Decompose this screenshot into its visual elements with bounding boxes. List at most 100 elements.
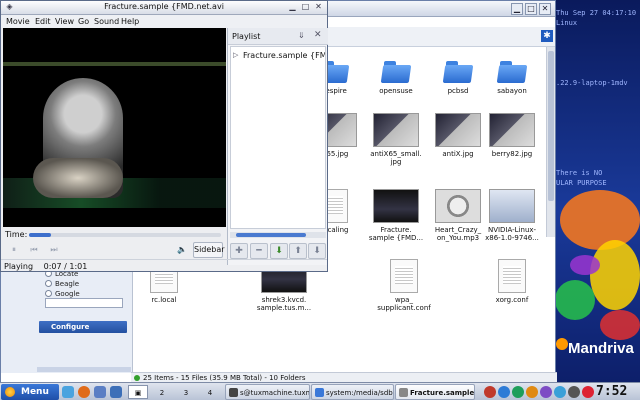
menu-go[interactable]: Go	[78, 17, 89, 26]
chevron-down-icon[interactable]: ⇓	[298, 31, 305, 40]
menu-view[interactable]: View	[55, 17, 74, 26]
desktop-4-button[interactable]: 4	[200, 385, 220, 399]
minimize-icon[interactable]: ▁	[511, 3, 523, 15]
file-item[interactable]: berry82.jpg	[479, 113, 545, 158]
image-icon	[373, 113, 419, 147]
package-icon	[489, 189, 535, 223]
next-icon[interactable]: ⏭	[47, 244, 61, 256]
file-item[interactable]: sabayon	[479, 61, 545, 95]
vertical-scrollbar[interactable]	[546, 47, 555, 237]
configure-button[interactable]: Configure	[39, 321, 127, 333]
playlist-scrollbar[interactable]	[230, 232, 326, 238]
task-file-manager[interactable]: system:/media/sdb1	[311, 384, 394, 400]
search-input[interactable]	[45, 298, 123, 308]
file-label: wpa_ supplicant.conf	[377, 296, 431, 312]
playlist-item[interactable]: Fracture.sample {FMD.net.avi	[243, 51, 325, 60]
desktop-info-text: Thu Sep 27 04:17:10 Linux .22.9-laptop-1…	[556, 9, 637, 187]
task-media-player[interactable]: Fracture.sample	[395, 384, 475, 400]
save-icon[interactable]: ⬇	[270, 243, 288, 259]
sidebar-button[interactable]: Sidebar	[193, 242, 225, 258]
sidebar-scrollbar[interactable]	[37, 367, 131, 372]
menu-label: Menu	[21, 387, 49, 397]
radio-label: Google	[55, 290, 80, 298]
close-icon[interactable]: ✕	[314, 30, 322, 40]
desktop-3-button[interactable]: 3	[176, 385, 196, 399]
volume-icon[interactable]: 🔈	[175, 244, 189, 256]
decor-blob	[600, 310, 640, 340]
video-display[interactable]	[3, 28, 226, 227]
clock[interactable]: 7:52	[596, 383, 640, 400]
playback-time: 0:07 / 1:01	[43, 262, 88, 271]
menu-edit[interactable]: Edit	[35, 17, 51, 26]
seek-bar[interactable]	[29, 233, 221, 237]
file-item[interactable]: wpa_ supplicant.conf	[371, 259, 437, 312]
maximize-icon[interactable]: □	[525, 3, 537, 15]
player-statusbar: Playing 0:07 / 1:01	[1, 259, 327, 272]
tray-icon[interactable]	[526, 386, 538, 398]
image-icon	[435, 113, 481, 147]
tray-icon[interactable]	[540, 386, 552, 398]
desktop-2-button[interactable]: 2	[152, 385, 172, 399]
minimize-icon[interactable]: ▁	[287, 2, 298, 13]
file-label: berry82.jpg	[491, 150, 533, 158]
player-titlebar[interactable]: ◈ Fracture.sample {FMD.net.avi ▁ □ ✕	[1, 1, 327, 15]
menu-sound[interactable]: Sound	[94, 17, 119, 26]
playlist-list[interactable]: ▷ Fracture.sample {FMD.net.avi	[230, 46, 326, 229]
maximize-icon[interactable]: □	[300, 2, 311, 13]
close-icon[interactable]: ✕	[539, 3, 551, 15]
previous-icon[interactable]: ⏮	[27, 244, 41, 256]
volume-icon[interactable]	[568, 386, 580, 398]
radio-button[interactable]	[45, 290, 52, 297]
mandriva-logo: Mandriva	[568, 340, 634, 357]
folder-icon	[382, 61, 410, 83]
folder-icon	[444, 61, 472, 83]
kde-icon[interactable]: ✱	[541, 30, 553, 42]
video-frame-band	[3, 62, 226, 66]
file-item[interactable]: antiX65_small. jpg	[363, 113, 429, 166]
menu-movie[interactable]: Movie	[6, 17, 30, 26]
media-player-icon	[399, 388, 408, 397]
file-label: rc.local	[151, 296, 177, 304]
file-label: shrek3.kvcd. sample.tus.m...	[256, 296, 312, 312]
mandriva-star-icon	[5, 387, 15, 397]
decor-blob	[555, 280, 595, 320]
file-item[interactable]: opensuse	[363, 61, 429, 95]
scrollbar-thumb[interactable]	[548, 51, 554, 201]
task-label: s@tuxmachine.tuxm	[240, 389, 310, 397]
task-terminal[interactable]: s@tuxmachine.tuxm	[225, 384, 310, 400]
battery-icon[interactable]	[582, 386, 594, 398]
tray-icon[interactable]	[484, 386, 496, 398]
media-player-window: ◈ Fracture.sample {FMD.net.avi ▁ □ ✕ Mov…	[0, 0, 328, 272]
scrollbar-thumb[interactable]	[236, 233, 306, 237]
radio-button[interactable]	[45, 280, 52, 287]
menu-help[interactable]: Help	[121, 17, 139, 26]
desktop-1-button[interactable]: ▣	[128, 385, 148, 399]
seek-progress	[29, 233, 52, 237]
start-menu-button[interactable]: Menu	[1, 384, 59, 400]
mail-icon[interactable]	[94, 386, 106, 398]
close-icon[interactable]: ✕	[313, 2, 324, 13]
move-up-icon[interactable]: ⬆	[289, 243, 307, 259]
playlist-title: Playlist	[232, 32, 261, 41]
file-item[interactable]: NVIDIA-Linux- x86-1.0-9746...	[479, 189, 545, 242]
pause-icon[interactable]: ⏸	[7, 244, 21, 256]
playlist-header: Playlist ⇓ ✕	[228, 28, 328, 45]
remove-icon[interactable]: ━	[250, 243, 268, 259]
video-icon	[373, 189, 419, 223]
tray-icon[interactable]	[512, 386, 524, 398]
home-folder-icon[interactable]	[110, 386, 122, 398]
task-label: Fracture.sample	[410, 389, 475, 397]
tray-icon[interactable]	[498, 386, 510, 398]
document-icon	[390, 259, 418, 293]
menubar: Movie Edit View Go Sound Help	[1, 15, 327, 28]
file-item[interactable]: Fracture. sample {FMD...	[363, 189, 429, 242]
network-icon[interactable]	[554, 386, 566, 398]
play-indicator-icon: ▷	[233, 51, 239, 59]
radio-beagle[interactable]: Beagle	[45, 280, 79, 290]
file-item[interactable]: xorg.conf	[479, 259, 545, 304]
file-manager-toolbar: ✱	[327, 27, 555, 47]
browser-icon[interactable]	[78, 386, 90, 398]
move-down-icon[interactable]: ⬇	[308, 243, 326, 259]
add-icon[interactable]: ✚	[230, 243, 248, 259]
launcher-icon[interactable]	[62, 386, 74, 398]
